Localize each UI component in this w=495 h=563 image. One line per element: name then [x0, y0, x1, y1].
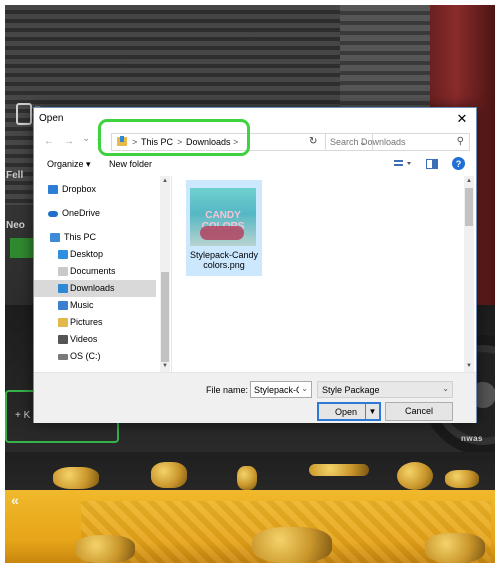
- search-input[interactable]: [326, 134, 452, 150]
- nav-pane-scrollbar[interactable]: ▲ ▼: [160, 176, 170, 372]
- drive-icon: [58, 354, 68, 360]
- file-name-label: File name:: [206, 385, 249, 395]
- downloads-icon: [58, 284, 68, 293]
- sidebar-item-music[interactable]: Music: [34, 297, 156, 314]
- navigation-pane: Dropbox OneDrive This PC Desktop Documen…: [34, 176, 171, 372]
- open-button-label: Open: [335, 407, 358, 417]
- thumbnail-bike: [200, 226, 244, 240]
- part-cylinder[interactable]: [151, 462, 187, 488]
- sidebar-item-label: This PC: [64, 232, 97, 242]
- scroll-up-icon[interactable]: ▲: [464, 178, 474, 184]
- music-icon: [58, 301, 68, 310]
- sidebar-item-downloads[interactable]: Downloads: [34, 280, 156, 297]
- refresh-icon[interactable]: ↻: [309, 136, 317, 147]
- file-name-input[interactable]: [251, 382, 299, 397]
- sidebar-item-label: Documents: [70, 266, 116, 276]
- part-carburetor[interactable]: [237, 466, 257, 490]
- side-label-1: Fell: [6, 170, 24, 181]
- desktop-icon: [58, 250, 68, 259]
- documents-icon: [58, 267, 68, 276]
- part-frame[interactable]: [425, 533, 485, 563]
- open-file-dialog: Open ✕ ← → ⌄ ↑ > This PC > Downloads > ⌄…: [33, 107, 477, 423]
- file-list-scrollbar[interactable]: ▲ ▼: [464, 176, 474, 372]
- preview-pane-icon[interactable]: [426, 159, 438, 169]
- change-view-icon[interactable]: [394, 159, 411, 169]
- parts-shelf: [5, 452, 495, 490]
- organize-button[interactable]: Organize ▾: [47, 159, 91, 170]
- svg-text:?: ?: [456, 159, 462, 169]
- recent-locations-icon[interactable]: ⌄: [82, 133, 90, 144]
- chevron-down-icon[interactable]: ⌄: [301, 384, 308, 393]
- new-folder-button[interactable]: New folder: [109, 159, 152, 169]
- part-seat[interactable]: [445, 470, 479, 488]
- green-panel-label: + K: [15, 410, 31, 421]
- file-list: CANDY COLORS Stylepack-Candy colors.png: [171, 176, 461, 372]
- file-name: Stylepack-Candy colors.png: [189, 250, 259, 270]
- back-icon[interactable]: ←: [44, 136, 54, 147]
- part-handlebar[interactable]: [309, 464, 369, 476]
- onedrive-icon: [48, 211, 58, 217]
- scrollbar-thumb[interactable]: [465, 188, 473, 226]
- cancel-button[interactable]: Cancel: [385, 402, 453, 421]
- sidebar-item-documents[interactable]: Documents: [34, 263, 156, 280]
- file-type-value: Style Package: [322, 385, 380, 395]
- scroll-down-icon[interactable]: ▼: [464, 363, 474, 369]
- sidebar-item-label: Dropbox: [62, 184, 97, 194]
- dialog-footer: File name: ⌄ Style Package ⌄ Open ▼ Canc…: [34, 372, 476, 423]
- open-button[interactable]: Open ▼: [317, 402, 381, 421]
- scrollbar-thumb[interactable]: [161, 272, 169, 362]
- sidebar-item-os-c[interactable]: OS (C:): [34, 348, 156, 365]
- search-icon[interactable]: ⚲: [457, 136, 464, 147]
- sidebar-item-onedrive[interactable]: OneDrive: [34, 205, 156, 222]
- side-label-2: Neo: [6, 220, 25, 231]
- dialog-title: Open: [39, 113, 64, 124]
- part-light[interactable]: [397, 462, 433, 490]
- command-bar: Organize ▾ New folder ?: [34, 154, 476, 176]
- sidebar-item-label: Pictures: [70, 317, 103, 327]
- tire-brand-text: nwas: [461, 434, 484, 443]
- sidebar-item-label: Videos: [70, 334, 98, 344]
- search-box[interactable]: ⚲: [325, 133, 470, 151]
- address-highlight-annotation: [98, 119, 250, 156]
- pictures-icon: [58, 318, 68, 327]
- videos-icon: [58, 335, 68, 344]
- forward-icon[interactable]: →: [64, 136, 74, 147]
- sidebar-item-label: Downloads: [70, 283, 115, 293]
- sidebar-item-label: Desktop: [70, 249, 104, 259]
- pc-icon: [50, 233, 60, 242]
- close-icon[interactable]: ✕: [448, 108, 476, 130]
- sidebar-item-dropbox[interactable]: Dropbox: [34, 181, 156, 198]
- sidebar-item-pictures[interactable]: Pictures: [34, 314, 156, 331]
- sidebar-item-label: OS (C:): [70, 351, 101, 361]
- file-type-select[interactable]: Style Package ⌄: [317, 381, 453, 398]
- file-thumbnail: CANDY COLORS: [190, 188, 256, 246]
- scroll-down-icon[interactable]: ▼: [160, 363, 170, 369]
- part-engine[interactable]: [53, 467, 99, 489]
- scroll-up-icon[interactable]: ▲: [160, 178, 170, 184]
- chevron-down-icon[interactable]: ⌄: [442, 384, 449, 393]
- part-tank[interactable]: [75, 535, 135, 563]
- help-icon[interactable]: ?: [452, 157, 465, 170]
- sidebar-item-label: Music: [70, 300, 94, 310]
- part-fender[interactable]: [252, 527, 332, 563]
- file-name-combo[interactable]: ⌄: [250, 381, 312, 398]
- sidebar-item-label: OneDrive: [62, 208, 101, 218]
- collapse-panel-icon[interactable]: «: [11, 492, 19, 508]
- dropbox-icon: [48, 185, 58, 194]
- file-item-stylepack-candy-colors[interactable]: CANDY COLORS Stylepack-Candy colors.png: [186, 180, 262, 276]
- open-options-dropdown[interactable]: ▼: [365, 404, 379, 419]
- sidebar-item-desktop[interactable]: Desktop: [34, 246, 156, 263]
- sidebar-item-videos[interactable]: Videos: [34, 331, 156, 348]
- tag-icon: [16, 103, 32, 125]
- sidebar-item-this-pc[interactable]: This PC: [34, 229, 156, 246]
